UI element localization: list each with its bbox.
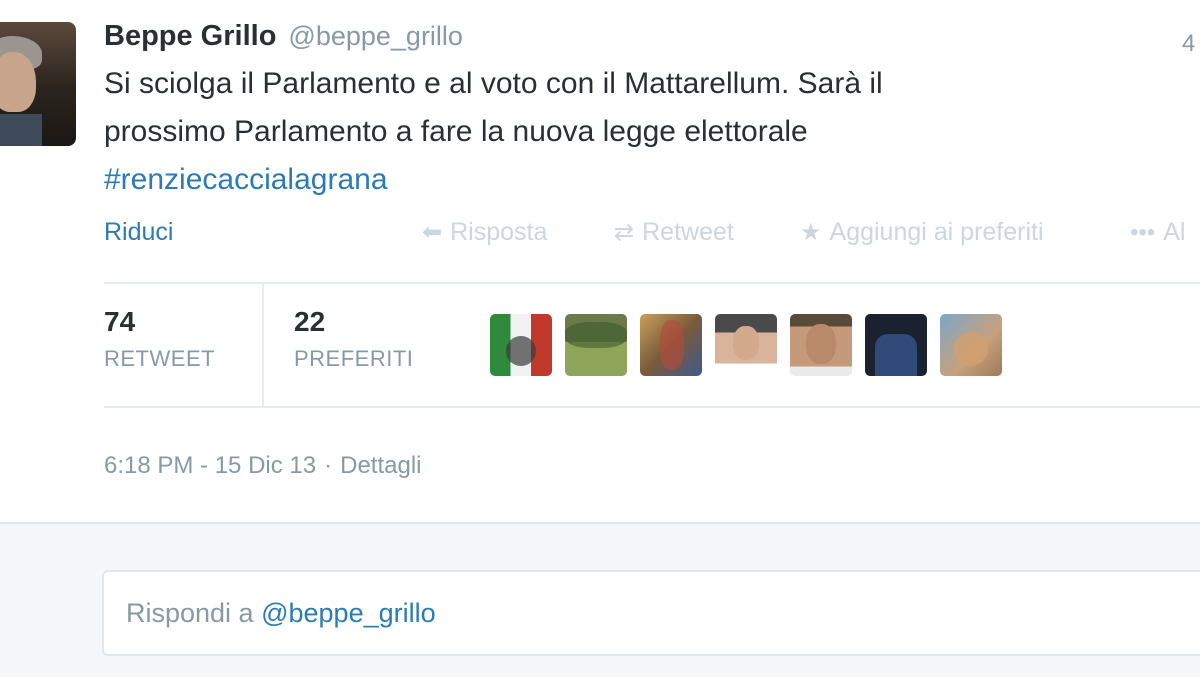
- reply-label: Risposta: [450, 218, 548, 246]
- ellipsis-icon: •••: [1130, 218, 1156, 246]
- favoriter-avatar[interactable]: [565, 314, 627, 376]
- reply-button[interactable]: ⬅ Risposta: [422, 218, 547, 247]
- star-icon: ★: [800, 219, 822, 246]
- retweet-icon: ⇄: [614, 219, 635, 246]
- tweet-stats: 74 RETWEET 22 PREFERITI: [104, 282, 1200, 408]
- favorite-count-label: PREFERITI: [294, 346, 414, 371]
- tweet-text: Si sciolga il Parlamento e al voto con i…: [104, 60, 1184, 204]
- tweet-actions-bar: Riduci ⬅ Risposta ⇄ Retweet ★ Aggiungi a…: [104, 216, 1200, 256]
- avatar[interactable]: [0, 22, 76, 146]
- favorite-button[interactable]: ★ Aggiungi ai preferiti: [800, 218, 1044, 247]
- reply-area: Rispondi a @beppe_grillo: [0, 522, 1200, 677]
- favoriter-avatar[interactable]: [640, 314, 702, 376]
- favoriter-avatar[interactable]: [715, 314, 777, 376]
- tweet-text-line-2: prossimo Parlamento a fare la nuova legg…: [104, 115, 808, 148]
- reply-input[interactable]: Rispondi a @beppe_grillo: [102, 570, 1200, 656]
- favoriter-avatar[interactable]: [490, 314, 552, 376]
- more-label: Al: [1163, 218, 1186, 246]
- tweet-timestamp[interactable]: 6:18 PM - 15 Dic 13: [104, 452, 316, 479]
- collapse-link[interactable]: Riduci: [104, 218, 173, 247]
- reply-placeholder-mention: @beppe_grillo: [261, 598, 436, 628]
- favorite-count: 22: [294, 306, 326, 337]
- tweet-header: Beppe Grillo @beppe_grillo: [104, 20, 463, 53]
- retweet-label: Retweet: [642, 218, 734, 246]
- reply-placeholder-prefix: Rispondi a: [126, 598, 254, 628]
- retweet-count: 74: [104, 306, 136, 337]
- favoriter-avatar[interactable]: [940, 314, 1002, 376]
- avatar-shirt: [0, 114, 42, 146]
- author-screen-name[interactable]: @beppe_grillo: [288, 21, 463, 52]
- tweet-text-line-1: Si sciolga il Parlamento e al voto con i…: [104, 67, 883, 100]
- hashtag-link[interactable]: #renziecaccialagrana: [104, 163, 388, 196]
- favoriters-avatars: [490, 314, 1002, 376]
- reply-arrow-icon: ⬅: [422, 219, 443, 246]
- favoriter-avatar[interactable]: [865, 314, 927, 376]
- tweet-meta: 6:18 PM - 15 Dic 13 · Dettagli: [104, 452, 421, 480]
- author-fullname[interactable]: Beppe Grillo: [104, 20, 276, 53]
- retweet-count-label: RETWEET: [104, 346, 216, 371]
- retweet-count-stat[interactable]: 74 RETWEET: [104, 306, 215, 372]
- tweet: Beppe Grillo @beppe_grillo 4 Si sciolga …: [0, 0, 1200, 522]
- favoriter-avatar[interactable]: [790, 314, 852, 376]
- meta-separator: ·: [324, 452, 333, 479]
- details-link[interactable]: Dettagli: [340, 452, 421, 479]
- favorite-count-stat[interactable]: 22 PREFERITI: [294, 306, 413, 372]
- retweet-button[interactable]: ⇄ Retweet: [614, 218, 734, 247]
- tweet-time-short[interactable]: 4: [1182, 30, 1195, 58]
- more-button[interactable]: ••• Al: [1130, 218, 1185, 247]
- favorite-label: Aggiungi ai preferiti: [829, 218, 1044, 246]
- reply-placeholder: Rispondi a @beppe_grillo: [126, 598, 436, 629]
- stats-divider: [262, 284, 264, 406]
